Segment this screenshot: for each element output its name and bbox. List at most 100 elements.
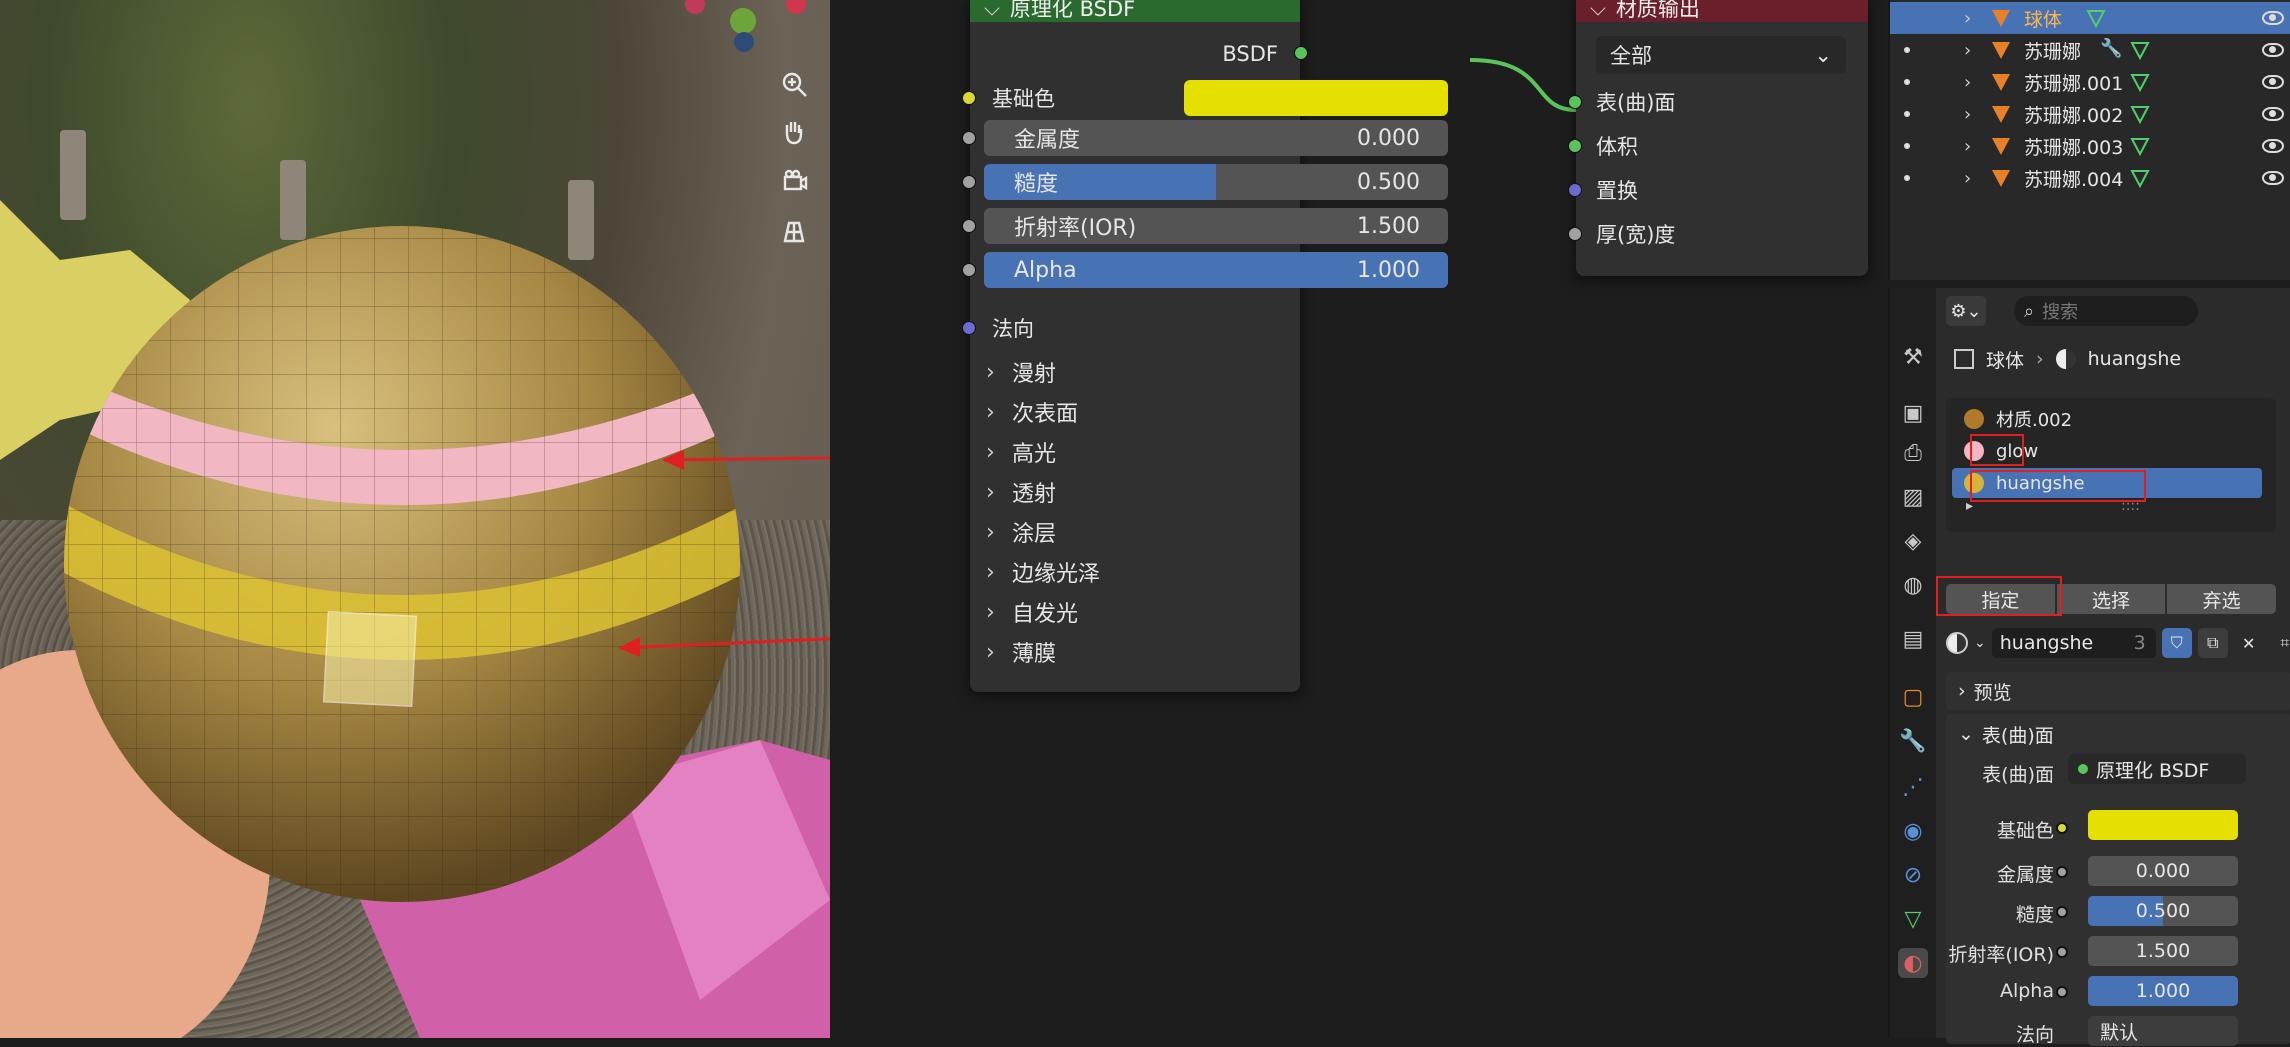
chevron-down-icon[interactable]: ⌄: [1974, 635, 1986, 651]
material-output-node[interactable]: ⌵ 材质输出 全部 ⌄ 表(曲)面 体积 置换 厚(宽)度: [1568, 0, 1868, 276]
input-socket[interactable]: [962, 263, 976, 277]
output-icon[interactable]: ⎙: [1898, 438, 1928, 468]
input-socket[interactable]: [2056, 866, 2068, 878]
material-browse-icon[interactable]: [1946, 632, 1968, 654]
node-header[interactable]: ⌵ 材质输出: [1576, 0, 1868, 22]
surface-panel-header[interactable]: ⌄ 表(曲)面: [1958, 718, 2054, 750]
modifier-wrench-icon[interactable]: 🔧: [1898, 726, 1928, 756]
particles-icon[interactable]: ⋰: [1898, 772, 1928, 802]
breadcrumb-material[interactable]: huangshe: [2088, 348, 2181, 370]
grid-icon[interactable]: [776, 214, 812, 250]
eye-icon[interactable]: [2262, 171, 2284, 185]
input-socket[interactable]: [2056, 986, 2068, 998]
collection-icon[interactable]: ▤: [1898, 624, 1928, 654]
mesh-data-icon[interactable]: [2130, 40, 2150, 60]
outliner-row[interactable]: › 苏珊娜.004: [1890, 162, 2290, 194]
surface-shader-field[interactable]: 原理化 BSDF: [2068, 754, 2246, 784]
outliner-row[interactable]: › 苏珊娜.002: [1890, 98, 2290, 130]
properties-editor[interactable]: ⚒ ▣ ⎙ ▨ ◈ ◍ ▤ ▢ 🔧 ⋰ ◉ ⊘ ▽ ◐ ⚙⌄ ⌕ 搜索 球体 ›…: [1888, 288, 2290, 1046]
eye-icon[interactable]: [2262, 139, 2284, 153]
input-socket[interactable]: [2056, 822, 2068, 834]
world-icon[interactable]: ◍: [1898, 570, 1928, 600]
close-icon[interactable]: ✕: [2234, 628, 2264, 658]
value-slider[interactable]: 折射率(IOR) 1.500: [984, 208, 1448, 244]
outliner-row[interactable]: › 苏珊娜 🔧: [1890, 34, 2290, 66]
fake-user-shield-icon[interactable]: ⛉: [2161, 628, 2192, 658]
mesh-data-icon[interactable]: [2130, 104, 2150, 124]
input-socket[interactable]: [962, 91, 976, 105]
bsdf-output-socket[interactable]: [1294, 46, 1308, 60]
3d-viewport[interactable]: [0, 0, 830, 1038]
target-dropdown[interactable]: 全部 ⌄: [1596, 36, 1846, 74]
prop-value-field[interactable]: 0.500: [2088, 896, 2238, 926]
outliner[interactable]: › 球体 › 苏珊娜 🔧 › 苏珊娜.001 › 苏珊娜.002 › 苏珊娜.003 › 苏珊娜.004: [1888, 0, 2290, 280]
node-header[interactable]: ⌵ 原理化 BSDF: [970, 0, 1300, 22]
scene-icon[interactable]: ◈: [1898, 526, 1928, 556]
subpanel-toggle[interactable]: › 漫射: [986, 356, 1056, 388]
material-name-field[interactable]: huangshe 3: [1991, 628, 2156, 658]
chevron-right-icon[interactable]: ›: [1964, 104, 1971, 125]
view-layer-icon[interactable]: ▨: [1898, 482, 1928, 512]
shader-node-editor[interactable]: ⌵ 原理化 BSDF BSDF 基础色 金属度 0.000 糙度 0.500 折射率(I…: [830, 0, 1882, 1038]
prop-value-field[interactable]: 1.000: [2088, 976, 2238, 1006]
chevron-right-icon[interactable]: ›: [1964, 72, 1971, 93]
base-color-swatch[interactable]: [2088, 810, 2238, 840]
object-icon[interactable]: ▢: [1898, 682, 1928, 712]
base-color-swatch[interactable]: [1184, 80, 1448, 116]
chevron-right-icon[interactable]: ›: [1964, 8, 1971, 29]
mesh-data-icon[interactable]: [2130, 168, 2150, 188]
hand-pan-icon[interactable]: [776, 114, 812, 150]
subpanel-toggle[interactable]: › 涂层: [986, 516, 1056, 548]
deselect-button[interactable]: 弃选: [2167, 584, 2277, 614]
link-icon[interactable]: ⌗: [2270, 628, 2290, 658]
tool-icon[interactable]: ⚒: [1898, 342, 1928, 372]
camera-icon[interactable]: [776, 164, 812, 200]
input-socket[interactable]: [2056, 946, 2068, 958]
select-button[interactable]: 选择: [2056, 584, 2166, 614]
breadcrumb-object[interactable]: 球体: [1986, 346, 2024, 373]
outliner-row[interactable]: › 苏珊娜.001: [1890, 66, 2290, 98]
preview-panel-header[interactable]: › 预览: [1946, 672, 2290, 710]
subpanel-toggle[interactable]: › 透射: [986, 476, 1056, 508]
duplicate-icon[interactable]: ⧉: [2197, 628, 2228, 658]
principled-bsdf-node[interactable]: ⌵ 原理化 BSDF BSDF 基础色 金属度 0.000 糙度 0.500 折射率(I…: [962, 0, 1448, 692]
value-slider[interactable]: Alpha 1.000: [984, 252, 1448, 288]
subpanel-toggle[interactable]: › 自发光: [986, 596, 1078, 628]
eye-icon[interactable]: [2262, 107, 2284, 121]
subpanel-toggle[interactable]: › 次表面: [986, 396, 1078, 428]
chevron-down-icon[interactable]: ⌵: [1590, 0, 1606, 21]
chevron-right-icon[interactable]: ›: [1964, 168, 1971, 189]
render-icon[interactable]: ▣: [1898, 398, 1928, 428]
input-socket[interactable]: [962, 175, 976, 189]
zoom-icon[interactable]: [776, 66, 812, 102]
input-socket[interactable]: [1568, 227, 1582, 241]
input-socket[interactable]: [962, 131, 976, 145]
value-slider[interactable]: 金属度 0.000: [984, 120, 1448, 156]
chevron-right-icon[interactable]: ›: [1964, 136, 1971, 157]
gizmo-y-icon[interactable]: [730, 8, 756, 34]
material-icon[interactable]: ◐: [1898, 948, 1928, 978]
input-socket[interactable]: [2056, 906, 2068, 918]
outliner-row[interactable]: › 球体: [1890, 2, 2290, 34]
physics-icon[interactable]: ◉: [1898, 816, 1928, 846]
search-input[interactable]: ⌕ 搜索: [2014, 296, 2198, 326]
eye-icon[interactable]: [2262, 75, 2284, 89]
prop-value-field[interactable]: 1.500: [2088, 936, 2238, 966]
chevron-down-icon[interactable]: ⌵: [984, 0, 1000, 21]
mesh-data-icon[interactable]: [2130, 136, 2150, 156]
outliner-row[interactable]: › 苏珊娜.003: [1890, 130, 2290, 162]
material-slot[interactable]: 材质.002: [1952, 404, 2262, 434]
input-socket[interactable]: [1568, 95, 1582, 109]
input-socket[interactable]: [962, 219, 976, 233]
subpanel-toggle[interactable]: › 薄膜: [986, 636, 1056, 668]
editor-type-button[interactable]: ⚙⌄: [1946, 296, 1986, 326]
prop-value-field[interactable]: 0.000: [2088, 856, 2238, 886]
chevron-right-icon[interactable]: ›: [1964, 40, 1971, 61]
modifier-wrench-icon[interactable]: 🔧: [2100, 38, 2122, 59]
input-socket[interactable]: [962, 321, 976, 335]
subpanel-toggle[interactable]: › 边缘光泽: [986, 556, 1100, 588]
eye-icon[interactable]: [2262, 43, 2284, 57]
normal-value-field[interactable]: 默认: [2088, 1016, 2238, 1046]
mesh-data-icon[interactable]: [2086, 8, 2106, 28]
input-socket[interactable]: [1568, 183, 1582, 197]
